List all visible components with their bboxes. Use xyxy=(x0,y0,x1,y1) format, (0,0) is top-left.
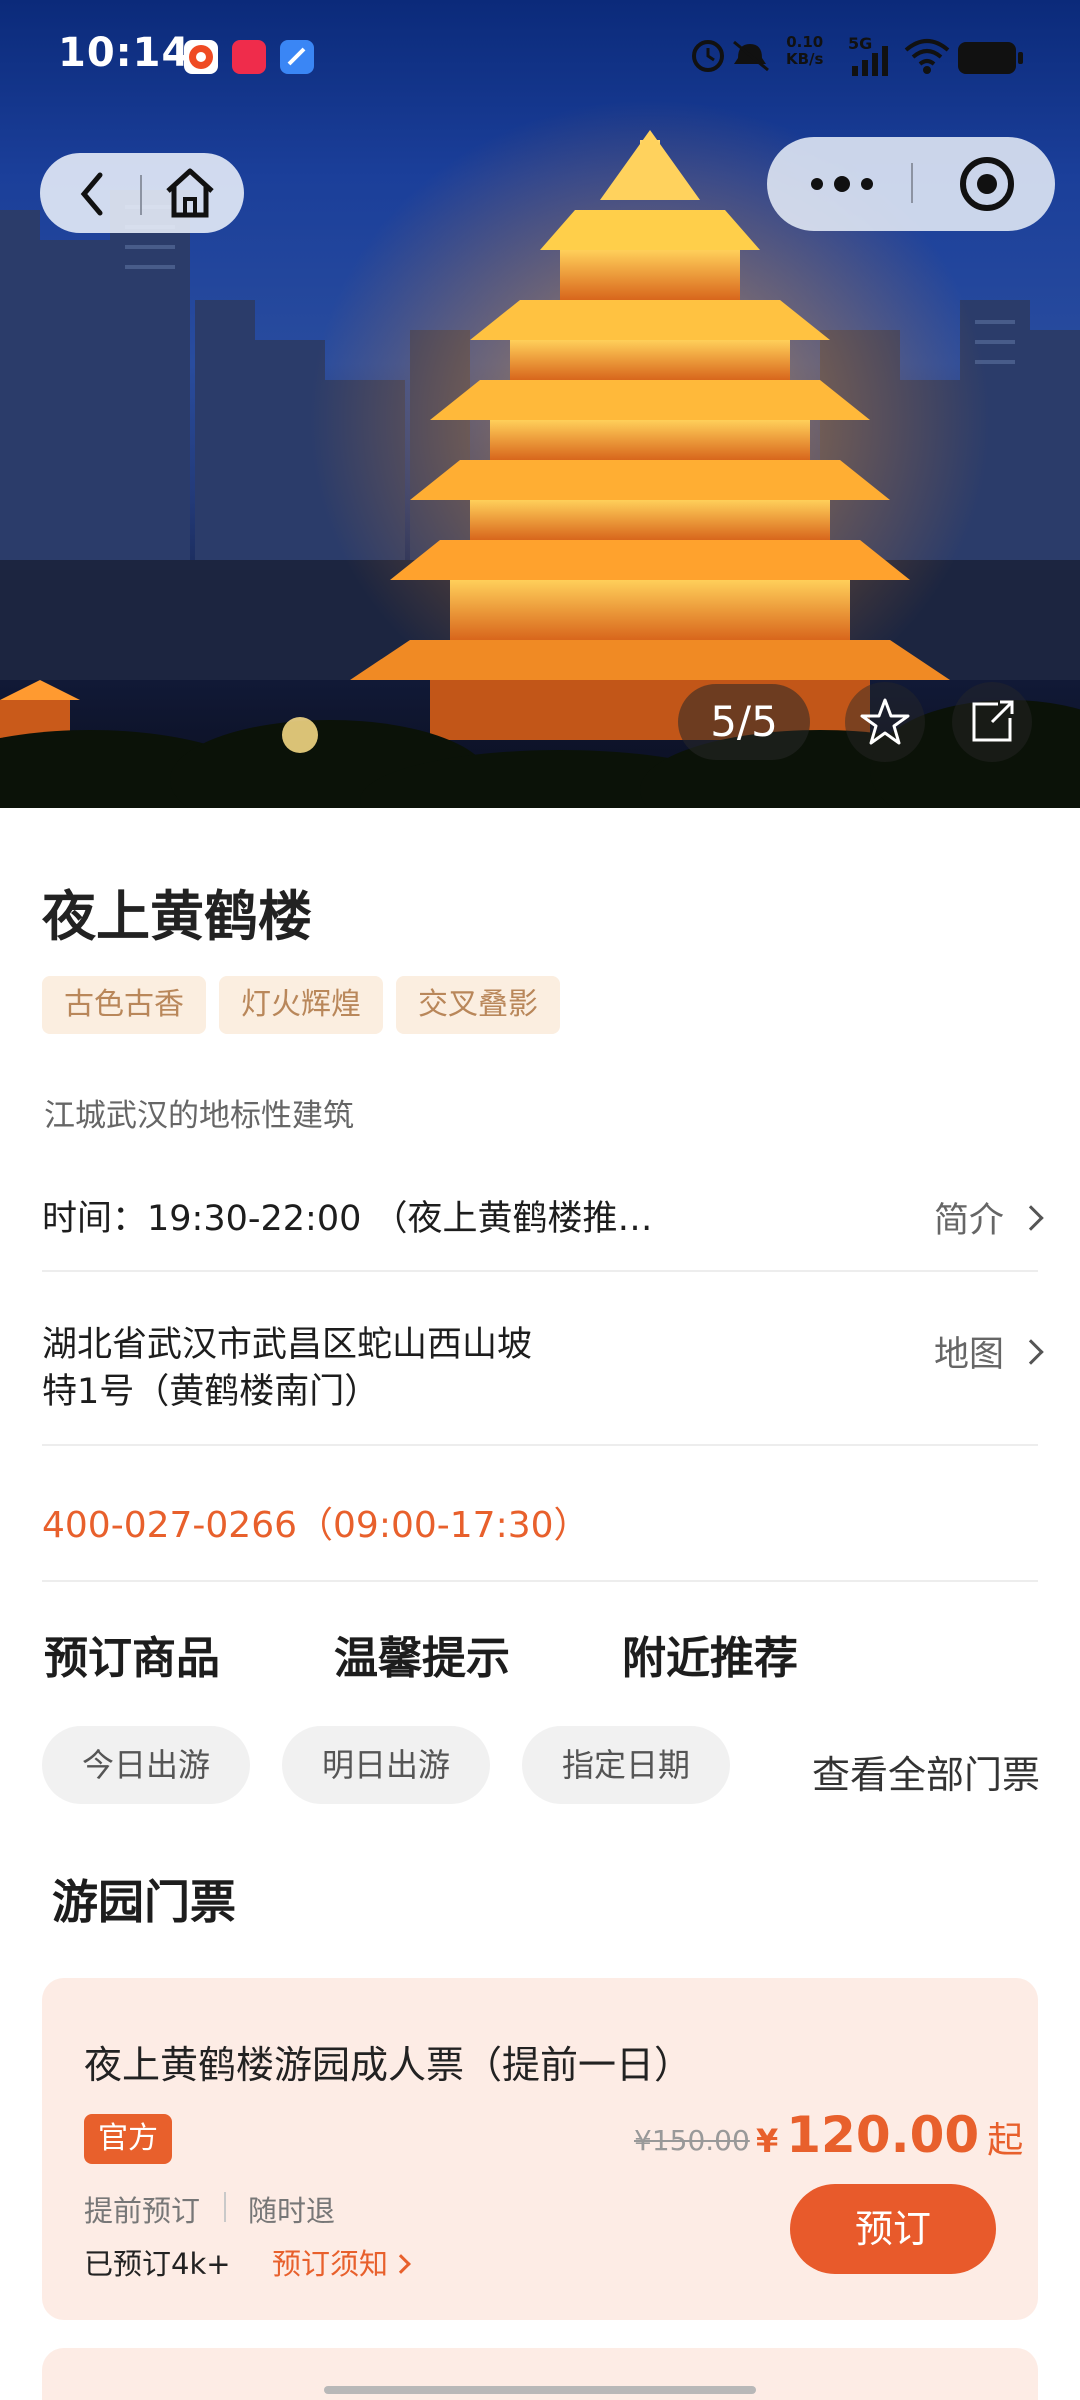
status-bar: 10:14 0.10 KB/s 5G xyxy=(0,0,1080,110)
xiaohongshu-icon xyxy=(232,40,266,74)
booked-count: 已预订4k+ xyxy=(84,2247,231,2281)
ticket-name: 夜上黄鹤楼游园成人票（提前一日） xyxy=(84,2043,693,2087)
net-rate: 0.10 KB/s xyxy=(786,33,824,68)
tag: 古色古香 xyxy=(42,976,206,1034)
currency-symbol: ¥ xyxy=(756,2122,779,2160)
section-title: 游园门票 xyxy=(52,1875,236,1929)
official-badge: 官方 xyxy=(84,2114,172,2164)
map-link[interactable]: 地图 xyxy=(933,1326,1044,1377)
note-app-icon xyxy=(280,40,314,74)
tag: 交叉叠影 xyxy=(396,976,560,1034)
price-value: 120.00 xyxy=(786,2106,980,2164)
chevron-right-icon xyxy=(1018,1339,1044,1365)
star-icon xyxy=(860,698,910,745)
current-price: ¥120.00 起 xyxy=(756,2106,1023,2164)
feature-separator xyxy=(224,2192,226,2222)
divider xyxy=(42,1444,1038,1446)
capsule-divider xyxy=(911,163,913,203)
address-line-2: 特1号（黄鹤楼南门） xyxy=(42,1372,380,1412)
feature-refund-anytime: 随时退 xyxy=(248,2194,336,2228)
chip-tomorrow[interactable]: 明日出游 xyxy=(282,1726,490,1804)
tag: 灯火辉煌 xyxy=(219,976,383,1034)
attraction-title: 夜上黄鹤楼 xyxy=(42,885,312,948)
intro-link[interactable]: 简介 xyxy=(933,1192,1044,1243)
signal-icon xyxy=(852,46,888,76)
address: 湖北省武汉市武昌区蛇山西山坡 特1号（黄鹤楼南门） xyxy=(42,1322,532,1416)
phone-number[interactable]: 400-027-0266（09:00-17:30） xyxy=(42,1496,590,1548)
address-line-1: 湖北省武汉市武昌区蛇山西山坡 xyxy=(42,1325,533,1365)
hero-image[interactable]: 10:14 0.10 KB/s 5G 5/5 xyxy=(0,0,1080,808)
home-icon[interactable] xyxy=(162,165,218,221)
book-button[interactable]: 预订 xyxy=(790,2184,996,2274)
tab-booking[interactable]: 预订商品 xyxy=(44,1622,220,1686)
attraction-subtitle: 江城武汉的地标性建筑 xyxy=(44,1098,354,1134)
notification-app-icon xyxy=(184,40,218,74)
intro-link-label: 简介 xyxy=(933,1201,1004,1241)
share-icon xyxy=(972,700,1014,742)
home-indicator[interactable] xyxy=(324,2386,756,2394)
original-price: ¥150.00 xyxy=(634,2124,750,2157)
favorite-button[interactable] xyxy=(845,682,925,762)
image-counter: 5/5 xyxy=(678,684,810,760)
opening-time: 时间：19:30-22:00 （夜上黄鹤楼推… xyxy=(42,1199,653,1239)
close-target-icon[interactable] xyxy=(957,154,1017,214)
tab-nearby[interactable]: 附近推荐 xyxy=(622,1622,798,1686)
tab-tips[interactable]: 温馨提示 xyxy=(334,1622,510,1686)
chip-today[interactable]: 今日出游 xyxy=(42,1726,250,1804)
back-icon[interactable] xyxy=(74,169,114,219)
feature-advance-booking: 提前预订 xyxy=(84,2194,201,2228)
map-link-label: 地图 xyxy=(933,1335,1004,1375)
share-button[interactable] xyxy=(952,682,1032,762)
status-time: 10:14 xyxy=(58,30,191,76)
capsule-divider xyxy=(140,175,142,215)
booking-notice-link[interactable]: 预订须知 xyxy=(272,2241,411,2283)
booking-notice-label: 预订须知 xyxy=(272,2247,389,2281)
chevron-right-icon xyxy=(1018,1205,1044,1231)
chip-pick-date[interactable]: 指定日期 xyxy=(522,1726,730,1804)
more-icon[interactable] xyxy=(807,169,877,199)
ticket-card[interactable]: 夜上黄鹤楼游园成人票（提前一日） 官方 提前预订 随时退 已预订4k+ 预订须知… xyxy=(42,1978,1038,2320)
nav-capsule xyxy=(40,153,244,233)
divider xyxy=(42,1580,1038,1582)
divider xyxy=(42,1270,1038,1272)
menu-capsule xyxy=(767,137,1055,231)
battery-icon xyxy=(958,42,1023,74)
wifi-icon xyxy=(904,39,950,74)
view-all-tickets-link[interactable]: 查看全部门票 xyxy=(812,1744,1040,1799)
chevron-right-icon xyxy=(391,2254,411,2274)
price-suffix: 起 xyxy=(987,2120,1024,2161)
